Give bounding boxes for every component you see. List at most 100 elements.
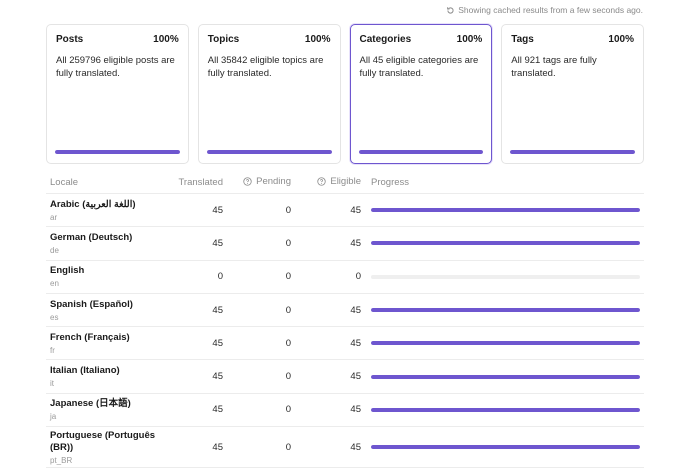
locale-code: ja bbox=[50, 412, 57, 422]
header-translated[interactable]: Translated bbox=[176, 177, 223, 188]
header-progress: Progress bbox=[371, 177, 410, 188]
locale-name: German (Deutsch) bbox=[50, 231, 133, 243]
card-description: All 259796 eligible posts are fully tran… bbox=[56, 55, 175, 79]
pending-count: 0 bbox=[285, 237, 291, 249]
card-progress-fill bbox=[206, 150, 332, 154]
locale-progress-fill bbox=[371, 208, 640, 213]
card-progress-bar bbox=[358, 150, 484, 154]
locale-progress-bar bbox=[371, 374, 640, 379]
card-title: Categories bbox=[359, 34, 412, 45]
translated-count: 45 bbox=[212, 237, 223, 249]
eligible-count: 45 bbox=[350, 337, 361, 349]
locale-name: Japanese (日本語) bbox=[50, 398, 131, 410]
refresh-icon bbox=[447, 6, 454, 14]
eligible-count: 45 bbox=[350, 404, 361, 416]
header-pending-label: Pending bbox=[256, 176, 291, 187]
card-progress-bar bbox=[55, 150, 180, 154]
card-progress-fill bbox=[510, 150, 635, 154]
pending-count: 0 bbox=[285, 371, 291, 383]
translated-count: 45 bbox=[212, 371, 223, 383]
card-title: Topics bbox=[207, 34, 240, 45]
locale-name: Portuguese (Português (BR)) bbox=[50, 429, 156, 453]
locale-name: English bbox=[50, 265, 85, 277]
eligible-count: 45 bbox=[350, 237, 361, 249]
locale-name: Arabic (اللغة العربية) bbox=[50, 198, 136, 210]
locale-progress-bar bbox=[371, 407, 640, 412]
locale-progress-fill bbox=[371, 308, 640, 313]
pending-count: 0 bbox=[285, 337, 291, 349]
pending-count: 0 bbox=[285, 441, 291, 453]
pending-count: 0 bbox=[285, 204, 291, 216]
locale-progress-bar bbox=[371, 208, 640, 213]
card-title: Posts bbox=[56, 34, 84, 45]
card-description: All 35842 eligible topics are fully tran… bbox=[207, 55, 324, 79]
locale-progress-bar bbox=[371, 308, 640, 313]
card-percent: 100% bbox=[304, 34, 331, 45]
card-tags[interactable]: Tags 100% All 921 tags are fully translat… bbox=[501, 24, 644, 164]
locale-name: French (Français) bbox=[50, 331, 130, 343]
locale-code: de bbox=[50, 245, 59, 255]
card-categories[interactable]: Categories 100% All 45 eligible categorie… bbox=[349, 24, 493, 164]
pending-count: 0 bbox=[285, 404, 291, 416]
cache-note-text: Showing cached results from a few second… bbox=[458, 5, 643, 15]
locale-progress-fill bbox=[371, 407, 640, 412]
locale-progress-fill bbox=[371, 374, 640, 379]
locale-code: en bbox=[50, 279, 59, 289]
translated-count: 45 bbox=[212, 337, 223, 349]
locale-progress-fill bbox=[371, 241, 640, 246]
pending-count: 0 bbox=[285, 271, 291, 283]
card-percent: 100% bbox=[153, 34, 179, 45]
locale-progress-fill bbox=[371, 445, 640, 450]
table-row: Arabic (اللغة العربية) ar 45 0 45 bbox=[46, 194, 644, 228]
card-posts[interactable]: Posts 100% All 259796 eligible posts are … bbox=[46, 24, 189, 164]
summary-cards: Posts 100% All 259796 eligible posts are … bbox=[46, 24, 644, 164]
locale-progress-bar bbox=[371, 341, 640, 346]
card-progress-fill bbox=[358, 150, 484, 154]
locale-progress-bar bbox=[371, 274, 640, 279]
eligible-count: 45 bbox=[350, 441, 361, 453]
table-header: Locale Translated Pending Eligible Progr… bbox=[46, 172, 644, 194]
translated-count: 45 bbox=[212, 204, 223, 216]
table-row: Japanese (日本語) ja 45 0 45 bbox=[46, 394, 644, 428]
card-progress-bar bbox=[510, 150, 635, 154]
card-description: All 45 eligible categories are fully tra… bbox=[359, 55, 479, 79]
pending-count: 0 bbox=[285, 304, 291, 316]
table-row: Spanish (Español) es 45 0 45 bbox=[46, 294, 644, 328]
locale-name: Italian (Italiano) bbox=[50, 365, 120, 377]
locale-code: pt_BR bbox=[50, 455, 73, 465]
translated-count: 45 bbox=[212, 304, 223, 316]
eligible-count: 0 bbox=[355, 271, 361, 283]
table-body: Arabic (اللغة العربية) ar 45 0 45 German … bbox=[46, 194, 644, 469]
eligible-count: 45 bbox=[350, 304, 361, 316]
translated-count: 45 bbox=[212, 441, 223, 453]
header-pending[interactable]: Pending bbox=[223, 176, 291, 189]
table-row: French (Français) fr 45 0 45 bbox=[46, 327, 644, 361]
card-description: All 921 tags are fully translated. bbox=[511, 55, 597, 79]
cache-status: Showing cached results from a few second… bbox=[446, 5, 643, 15]
table-row: English en 0 0 0 bbox=[46, 261, 644, 294]
locale-code: fr bbox=[50, 345, 55, 355]
locale-table: Locale Translated Pending Eligible Progr… bbox=[46, 172, 644, 469]
card-progress-bar bbox=[206, 150, 332, 154]
locale-code: es bbox=[50, 312, 59, 322]
locale-progress-bar bbox=[371, 445, 640, 450]
eligible-count: 45 bbox=[350, 204, 361, 216]
table-row: Italian (Italiano) it 45 0 45 bbox=[46, 360, 644, 394]
translated-count: 45 bbox=[212, 404, 223, 416]
table-row: Portuguese (Português (BR)) pt_BR 45 0 45 bbox=[46, 427, 644, 469]
card-topics[interactable]: Topics 100% All 35842 eligible topics are… bbox=[197, 24, 341, 164]
help-icon[interactable] bbox=[317, 177, 327, 186]
locale-name: Spanish (Español) bbox=[50, 298, 133, 310]
locale-progress-bar bbox=[371, 241, 640, 246]
card-title: Tags bbox=[511, 34, 534, 45]
header-eligible-label: Eligible bbox=[330, 176, 361, 187]
locale-code: it bbox=[50, 379, 54, 389]
eligible-count: 45 bbox=[350, 371, 361, 383]
card-percent: 100% bbox=[456, 34, 483, 45]
header-eligible[interactable]: Eligible bbox=[291, 176, 361, 189]
locale-progress-fill bbox=[371, 341, 640, 346]
card-percent: 100% bbox=[608, 34, 634, 45]
card-progress-fill bbox=[55, 150, 180, 154]
help-icon[interactable] bbox=[243, 177, 252, 186]
header-locale[interactable]: Locale bbox=[46, 177, 176, 188]
